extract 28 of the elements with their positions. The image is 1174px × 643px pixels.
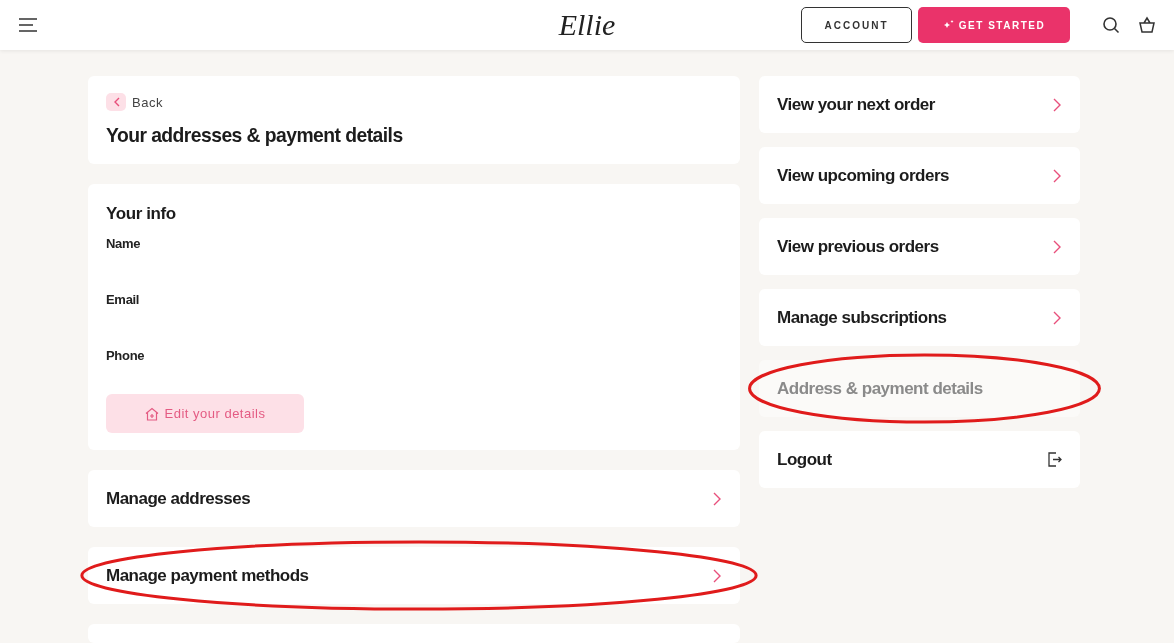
menu-link[interactable]: Manage payment methods [88,547,740,604]
basket-icon[interactable] [1138,16,1156,34]
logout-icon [1047,452,1062,467]
chevron-right-icon [1053,97,1062,112]
back-link[interactable]: Back [106,93,722,111]
chevron-right-icon [713,568,722,583]
chevron-right-icon [1053,168,1062,183]
get-started-button[interactable]: GET STARTED [918,7,1070,43]
back-chevron-icon [106,93,126,111]
field-label: Phone [106,348,146,365]
side-menu-item[interactable]: View your next order [759,76,1080,133]
side-menu-item[interactable]: Manage subscriptions [759,289,1080,346]
chevron-right-icon [1053,239,1062,254]
field-label: Email [106,292,141,309]
chevron-right-icon [713,491,722,506]
account-button[interactable]: ACCOUNT [801,7,912,43]
search-icon[interactable] [1102,16,1120,34]
side-menu-item[interactable]: View previous orders [759,218,1080,275]
house-icon [144,406,159,421]
side-menu-item[interactable]: Logout [759,431,1080,488]
menu-link[interactable]: Manage addresses [88,470,740,527]
menu-icon[interactable] [18,17,38,33]
field-label: Name [106,236,142,253]
side-menu-item[interactable]: View upcoming orders [759,147,1080,204]
section-title: Your info [106,204,177,224]
logo[interactable]: Ellie [558,8,616,42]
page-title: Your addresses & payment details [106,123,404,147]
chevron-right-icon [1053,310,1062,325]
